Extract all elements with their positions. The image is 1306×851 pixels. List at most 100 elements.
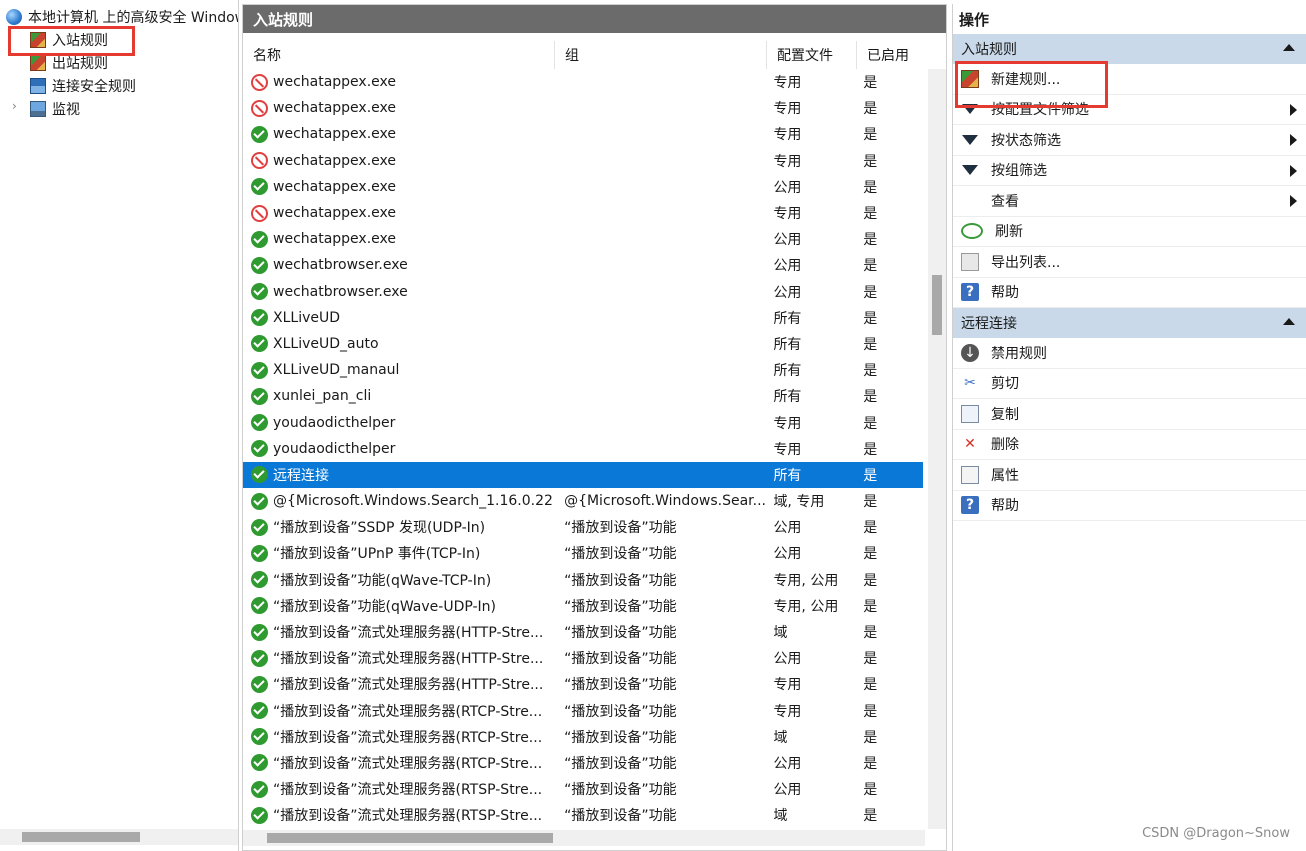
- table-row[interactable]: wechatappex.exe 专用 是: [243, 95, 923, 121]
- action-item[interactable]: 新建规则...: [953, 64, 1306, 95]
- action-label: 按状态筛选: [991, 132, 1061, 149]
- tree-item-connection-security-rules[interactable]: 连接安全规则: [30, 75, 136, 97]
- tree-item-outbound-rules[interactable]: 出站规则: [30, 52, 108, 74]
- rule-name: wechatbrowser.exe: [273, 283, 408, 300]
- table-row[interactable]: wechatbrowser.exe 公用 是: [243, 252, 923, 278]
- rule-name: “播放到设备”流式处理服务器(HTTP-Stre...: [273, 625, 544, 642]
- rule-name-cell: “播放到设备”流式处理服务器(RTCP-Stre...: [243, 753, 554, 773]
- table-row[interactable]: “播放到设备”SSDP 发现(UDP-In) “播放到设备”功能 公用 是: [243, 514, 923, 540]
- allow-check-icon: [251, 125, 268, 143]
- scrollbar-thumb[interactable]: [932, 275, 942, 335]
- action-item[interactable]: 按状态筛选: [953, 125, 1306, 156]
- table-row[interactable]: “播放到设备”流式处理服务器(RTCP-Stre... “播放到设备”功能 专用 是: [243, 698, 923, 724]
- table-row[interactable]: “播放到设备”UPnP 事件(TCP-In) “播放到设备”功能 公用 是: [243, 540, 923, 566]
- collapse-caret-icon[interactable]: [1283, 318, 1295, 325]
- column-header-enabled[interactable]: 已启用: [857, 41, 925, 69]
- table-row[interactable]: @{Microsoft.Windows.Search_1.16.0.22... @…: [243, 488, 923, 514]
- export-icon: [961, 252, 979, 271]
- column-header-name[interactable]: 名称: [243, 41, 555, 69]
- table-row[interactable]: youdaodicthelper 专用 是: [243, 436, 923, 462]
- scrollbar-thumb[interactable]: [267, 833, 553, 843]
- column-headers: 名称 组 配置文件 已启用: [243, 41, 925, 69]
- table-row[interactable]: “播放到设备”流式处理服务器(RTSP-Stre... “播放到设备”功能 公用 是: [243, 776, 923, 802]
- action-item[interactable]: ? 帮助: [953, 491, 1306, 521]
- action-item[interactable]: ✂ 剪切: [953, 369, 1306, 399]
- action-item[interactable]: ↓ 禁用规则: [953, 338, 1306, 369]
- new-rule-icon: [961, 69, 979, 88]
- table-row[interactable]: “播放到设备”流式处理服务器(HTTP-Stre... “播放到设备”功能 公用 是: [243, 645, 923, 671]
- rules-horizontal-scrollbar[interactable]: [243, 830, 925, 846]
- rule-profile-cell: 公用: [773, 651, 802, 668]
- action-item[interactable]: 按组筛选: [953, 156, 1306, 186]
- rule-name: @{Microsoft.Windows.Search_1.16.0.22...: [273, 493, 555, 510]
- section-header-inbound-rules[interactable]: 入站规则: [953, 34, 1306, 64]
- action-item[interactable]: 属性: [953, 460, 1306, 491]
- action-label: 帮助: [991, 498, 1019, 515]
- rule-profile-cell: 公用: [773, 258, 802, 275]
- rule-enabled-cell: 是: [863, 179, 878, 196]
- rule-name: “播放到设备”UPnP 事件(TCP-In): [273, 546, 481, 563]
- table-row[interactable]: XLLiveUD 所有 是: [243, 305, 923, 331]
- tree-root[interactable]: 本地计算机 上的高级安全 Windows: [6, 6, 238, 28]
- table-row[interactable]: wechatappex.exe 公用 是: [243, 226, 923, 252]
- rule-name: wechatappex.exe: [273, 231, 396, 248]
- action-item[interactable]: 查看: [953, 186, 1306, 217]
- rule-name: XLLiveUD_manaul: [273, 362, 400, 379]
- action-item[interactable]: ? 帮助: [953, 278, 1306, 308]
- column-header-profile[interactable]: 配置文件: [767, 41, 857, 69]
- allow-check-icon: [251, 387, 268, 405]
- rule-group-cell: “播放到设备”功能: [564, 598, 677, 615]
- scrollbar-thumb[interactable]: [22, 832, 140, 842]
- rule-enabled-cell: 是: [863, 729, 878, 746]
- table-row[interactable]: XLLiveUD_manaul 所有 是: [243, 357, 923, 383]
- tree-horizontal-scrollbar[interactable]: [0, 829, 238, 845]
- tree-item-label: 监视: [52, 102, 80, 118]
- table-row[interactable]: 远程连接 所有 是: [243, 461, 923, 488]
- rule-enabled-cell: 是: [863, 598, 878, 615]
- table-row[interactable]: wechatbrowser.exe 公用 是: [243, 279, 923, 305]
- copy-icon: [961, 404, 979, 423]
- table-row[interactable]: wechatappex.exe 专用 是: [243, 200, 923, 226]
- action-item[interactable]: 按配置文件筛选: [953, 95, 1306, 125]
- table-row[interactable]: xunlei_pan_cli 所有 是: [243, 383, 923, 409]
- rule-enabled-cell: 是: [863, 153, 878, 170]
- table-row[interactable]: “播放到设备”流式处理服务器(HTTP-Stre... “播放到设备”功能 专用 是: [243, 671, 923, 697]
- action-item[interactable]: 导出列表...: [953, 247, 1306, 278]
- tree-item-inbound-rules[interactable]: 入站规则: [30, 29, 108, 51]
- table-row[interactable]: wechatappex.exe 专用 是: [243, 69, 923, 95]
- rule-profile-cell: 专用: [773, 75, 802, 92]
- section-header-remote-connection[interactable]: 远程连接: [953, 308, 1306, 338]
- table-row[interactable]: “播放到设备”流式处理服务器(RTCP-Stre... “播放到设备”功能 域 是: [243, 724, 923, 750]
- rule-enabled-cell: 是: [863, 389, 878, 406]
- tree-item-monitoring[interactable]: 监视: [30, 98, 80, 120]
- table-row[interactable]: “播放到设备”功能(qWave-TCP-In) “播放到设备”功能 专用, 公用 是: [243, 567, 923, 593]
- tree-item-label: 连接安全规则: [52, 79, 136, 95]
- table-row[interactable]: “播放到设备”功能(qWave-UDP-In) “播放到设备”功能 专用, 公用 是: [243, 593, 923, 619]
- action-label: 导出列表...: [991, 254, 1061, 271]
- rule-profile-cell: 公用: [773, 782, 802, 799]
- action-item[interactable]: ✕ 删除: [953, 430, 1306, 460]
- table-row[interactable]: “播放到设备”流式处理服务器(HTTP-Stre... “播放到设备”功能 域 是: [243, 619, 923, 645]
- table-row[interactable]: XLLiveUD_auto 所有 是: [243, 331, 923, 357]
- table-row[interactable]: “播放到设备”流式处理服务器(RTCP-Stre... “播放到设备”功能 公用 是: [243, 750, 923, 776]
- table-row[interactable]: “播放到设备”流式处理服务器(RTSP-Stre... “播放到设备”功能 域 是: [243, 802, 923, 828]
- rules-vertical-scrollbar[interactable]: [928, 69, 946, 829]
- column-header-group[interactable]: 组: [555, 41, 767, 69]
- rule-enabled-cell: 是: [863, 441, 878, 458]
- table-row[interactable]: youdaodicthelper 专用 是: [243, 409, 923, 435]
- table-row[interactable]: wechatappex.exe 专用 是: [243, 148, 923, 174]
- rule-name: wechatappex.exe: [273, 205, 396, 222]
- allow-check-icon: [251, 623, 268, 641]
- table-row[interactable]: wechatappex.exe 公用 是: [243, 174, 923, 200]
- action-label: 帮助: [991, 285, 1019, 302]
- rule-name-cell: wechatappex.exe: [243, 73, 554, 91]
- allow-check-icon: [251, 283, 268, 301]
- action-item[interactable]: 复制: [953, 399, 1306, 430]
- rule-enabled-cell: 是: [863, 232, 878, 249]
- table-row[interactable]: wechatappex.exe 专用 是: [243, 121, 923, 147]
- rule-name-cell: “播放到设备”流式处理服务器(HTTP-Stre...: [243, 622, 554, 642]
- expand-chevron-icon[interactable]: ›: [12, 99, 17, 113]
- action-item[interactable]: 刷新: [953, 217, 1306, 247]
- rule-name: wechatappex.exe: [273, 152, 396, 169]
- collapse-caret-icon[interactable]: [1283, 44, 1295, 51]
